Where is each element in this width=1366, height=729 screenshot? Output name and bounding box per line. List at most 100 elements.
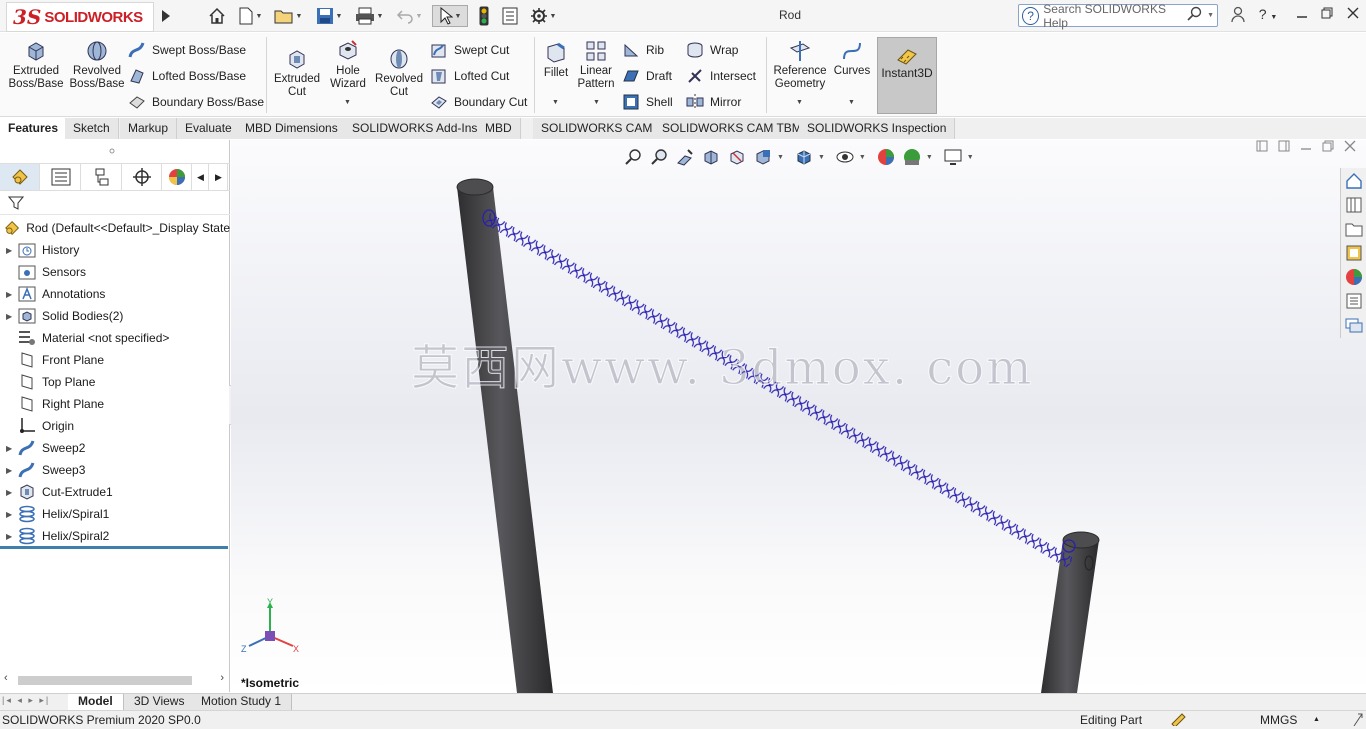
tree-item-sensors[interactable]: Sensors bbox=[0, 261, 230, 283]
feature-tree-tab-icon[interactable] bbox=[0, 164, 40, 190]
user-account-icon[interactable] bbox=[1228, 6, 1248, 26]
expand-arrow-icon[interactable]: ▶ bbox=[6, 466, 18, 475]
rebuild-traffic-light-icon[interactable] bbox=[476, 5, 492, 27]
shell-button[interactable]: Shell bbox=[622, 91, 673, 113]
custom-properties-icon[interactable] bbox=[1342, 290, 1366, 312]
tree-item-solid-bodies[interactable]: ▶ Solid Bodies(2) bbox=[0, 305, 230, 327]
fillet-button[interactable]: Fillet bbox=[540, 41, 572, 80]
new-document-icon[interactable]: ▼ bbox=[234, 5, 266, 27]
rebuild-status-icon[interactable] bbox=[1170, 712, 1186, 729]
tree-item-cut-extrude1[interactable]: ▶ Cut-Extrude1 bbox=[0, 481, 230, 503]
unit-system-dropdown-icon[interactable]: ▲ bbox=[1313, 716, 1320, 723]
tab-solidworks-inspection[interactable]: SOLIDWORKS Inspection bbox=[799, 118, 956, 139]
graphics-area[interactable]: ▼ ▼ ▼ ▼ ▼ 莫西网www. 3dmox. com Y X Z *Isom… bbox=[231, 140, 1366, 693]
status-bar-help-icon[interactable] bbox=[1352, 712, 1364, 729]
tree-item-material[interactable]: Material <not specified> bbox=[0, 327, 230, 349]
mirror-button[interactable]: Mirror bbox=[686, 91, 741, 113]
options-gear-icon[interactable]: ▼ bbox=[526, 5, 560, 27]
solidworks-resources-icon[interactable] bbox=[1342, 170, 1366, 192]
fillet-dropdown-icon[interactable]: ▼ bbox=[552, 99, 559, 106]
select-cursor-icon[interactable]: ▼ bbox=[432, 5, 468, 27]
tree-item-right-plane[interactable]: Right Plane bbox=[0, 393, 230, 415]
search-icon[interactable] bbox=[1187, 6, 1203, 25]
tab-markup[interactable]: Markup bbox=[120, 118, 178, 139]
panel-splitter-handle[interactable] bbox=[0, 140, 230, 164]
tab-solidworks-add-ins[interactable]: SOLIDWORKS Add-Ins bbox=[344, 118, 487, 139]
curves-dropdown-icon[interactable]: ▼ bbox=[848, 99, 855, 106]
unit-system[interactable]: MMGS bbox=[1260, 713, 1297, 727]
tree-item-origin[interactable]: Origin bbox=[0, 415, 230, 437]
print-icon[interactable]: ▼ bbox=[352, 5, 386, 27]
instant3d-button[interactable]: Instant3D bbox=[877, 37, 937, 114]
configuration-manager-tab-icon[interactable] bbox=[82, 164, 122, 190]
hole-wizard-dropdown-icon[interactable]: ▼ bbox=[344, 99, 351, 106]
reference-geometry-button[interactable]: Reference Geometry bbox=[772, 39, 828, 91]
hole-wizard-button[interactable]: Hole Wizard bbox=[326, 39, 370, 91]
rib-button[interactable]: Rib bbox=[622, 39, 664, 61]
design-library-icon[interactable] bbox=[1342, 194, 1366, 216]
revolved-cut-button[interactable]: Revolved Cut bbox=[374, 47, 424, 99]
file-explorer-icon[interactable] bbox=[1342, 218, 1366, 240]
tab-scroll-arrows-icon[interactable]: |◂ ◂ ▸ ▸| bbox=[2, 695, 50, 706]
tabs-scroll-left-icon[interactable]: ◀ bbox=[193, 164, 209, 190]
view-triad[interactable]: Y X Z bbox=[239, 598, 303, 658]
intersect-button[interactable]: Intersect bbox=[686, 65, 756, 87]
tabs-scroll-right-icon[interactable]: ▶ bbox=[210, 164, 228, 190]
help-menu-icon[interactable]: ? ▼ bbox=[1253, 6, 1283, 26]
view-palette-icon[interactable] bbox=[1342, 242, 1366, 264]
model-canvas[interactable] bbox=[231, 140, 1366, 693]
lofted-cut-button[interactable]: Lofted Cut bbox=[430, 65, 509, 87]
reference-geometry-dropdown-icon[interactable]: ▼ bbox=[796, 99, 803, 106]
tree-item-helix-spiral2[interactable]: ▶ Helix/Spiral2 bbox=[0, 525, 230, 547]
swept-cut-button[interactable]: Swept Cut bbox=[430, 39, 509, 61]
search-help-input[interactable]: ? Search SOLIDWORKS Help ▼ bbox=[1018, 2, 1218, 30]
rollback-bar[interactable] bbox=[0, 546, 228, 549]
solidworks-forum-icon[interactable] bbox=[1342, 314, 1366, 336]
display-manager-tab-icon[interactable] bbox=[162, 164, 192, 190]
expand-arrow-icon[interactable]: ▶ bbox=[6, 488, 18, 497]
extruded-boss-button[interactable]: Extruded Boss/Base bbox=[8, 39, 64, 91]
tree-item-sweep2[interactable]: ▶ Sweep2 bbox=[0, 437, 230, 459]
tree-item-helix-spiral1[interactable]: ▶ Helix/Spiral1 bbox=[0, 503, 230, 525]
tree-filter[interactable] bbox=[0, 191, 230, 215]
expand-arrow-icon[interactable]: ▶ bbox=[6, 312, 18, 321]
expand-arrow-icon[interactable]: ▶ bbox=[6, 444, 18, 453]
tree-root-part[interactable]: Rod (Default<<Default>_Display State bbox=[0, 217, 230, 239]
tab-model[interactable]: Model bbox=[68, 694, 124, 710]
draft-button[interactable]: Draft bbox=[622, 65, 672, 87]
tree-item-sweep3[interactable]: ▶ Sweep3 bbox=[0, 459, 230, 481]
solidworks-logo[interactable]: 3S SOLIDWORKS bbox=[6, 2, 154, 32]
scroll-left-icon[interactable]: ‹ bbox=[4, 672, 8, 684]
extruded-cut-button[interactable]: Extruded Cut bbox=[272, 47, 322, 99]
save-icon[interactable]: ▼ bbox=[312, 5, 346, 27]
tab-sketch[interactable]: Sketch bbox=[65, 118, 119, 139]
expand-arrow-icon[interactable]: ▶ bbox=[6, 532, 18, 541]
minimize-icon[interactable] bbox=[1292, 6, 1312, 26]
expand-arrow-icon[interactable]: ▶ bbox=[6, 246, 18, 255]
tree-item-front-plane[interactable]: Front Plane bbox=[0, 349, 230, 371]
restore-icon[interactable] bbox=[1317, 6, 1337, 26]
undo-icon[interactable]: ▼ bbox=[394, 5, 424, 27]
revolved-boss-button[interactable]: Revolved Boss/Base bbox=[70, 39, 125, 91]
property-manager-tab-icon[interactable] bbox=[41, 164, 81, 190]
dimxpert-manager-tab-icon[interactable] bbox=[122, 164, 162, 190]
tree-item-history[interactable]: ▶ History bbox=[0, 239, 230, 261]
menu-expand-arrow-icon[interactable] bbox=[159, 5, 173, 27]
horizontal-scrollbar[interactable]: ‹ › bbox=[2, 672, 226, 688]
tab-solidworks-cam[interactable]: SOLIDWORKS CAM bbox=[533, 118, 662, 139]
curves-button[interactable]: Curves bbox=[832, 39, 872, 78]
boundary-cut-button[interactable]: Boundary Cut bbox=[430, 91, 527, 113]
open-folder-icon[interactable]: ▼ bbox=[272, 5, 304, 27]
swept-boss-button[interactable]: Swept Boss/Base bbox=[128, 39, 246, 61]
tab-mbd[interactable]: MBD bbox=[477, 118, 521, 139]
linear-pattern-dropdown-icon[interactable]: ▼ bbox=[593, 99, 600, 106]
expand-arrow-icon[interactable]: ▶ bbox=[6, 290, 18, 299]
left-rod[interactable] bbox=[456, 178, 553, 693]
lofted-boss-button[interactable]: Lofted Boss/Base bbox=[128, 65, 246, 87]
appearances-scenes-icon[interactable] bbox=[1342, 266, 1366, 288]
expand-arrow-icon[interactable]: ▶ bbox=[6, 510, 18, 519]
tree-item-top-plane[interactable]: Top Plane bbox=[0, 371, 230, 393]
linear-pattern-button[interactable]: Linear Pattern bbox=[576, 39, 616, 91]
tab-3d-views[interactable]: 3D Views bbox=[124, 694, 196, 710]
tab-solidworks-cam-tbm[interactable]: SOLIDWORKS CAM TBM bbox=[654, 118, 811, 139]
